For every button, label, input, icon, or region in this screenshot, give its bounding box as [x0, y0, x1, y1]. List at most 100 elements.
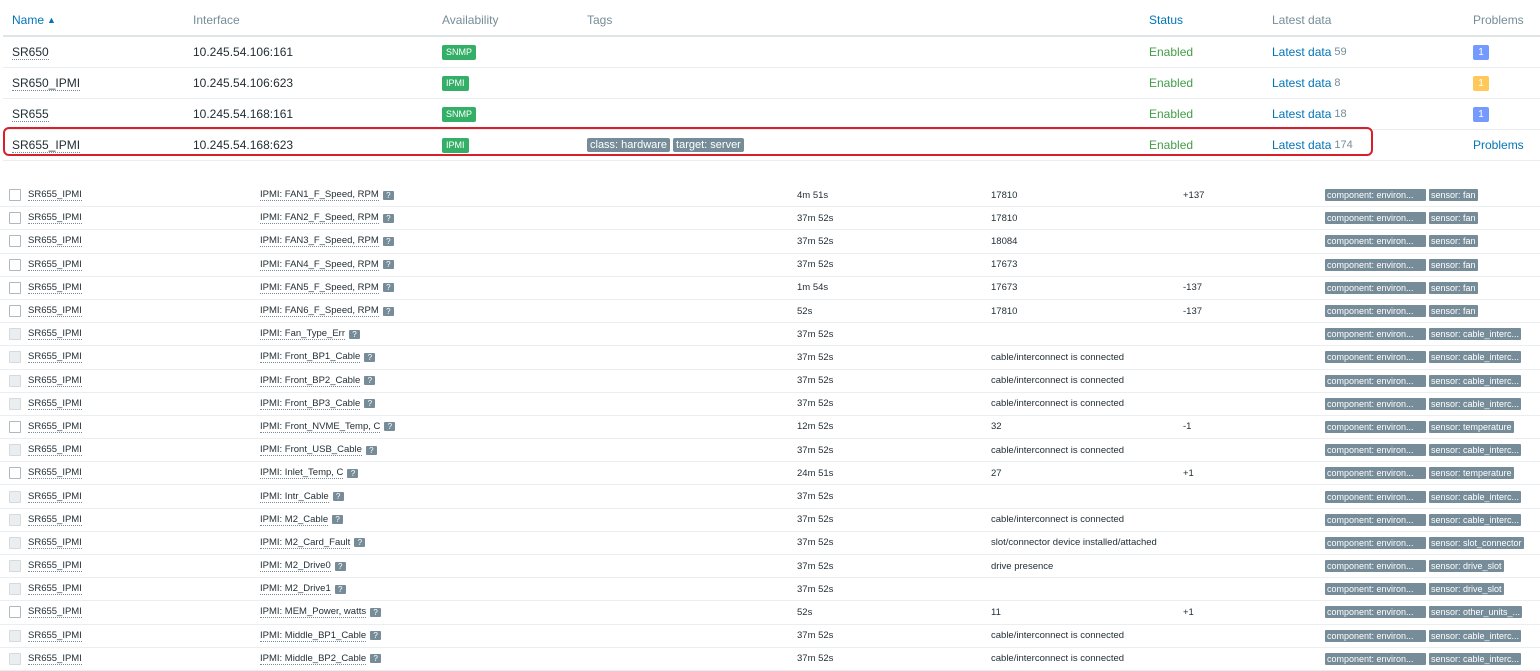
item-tag[interactable]: sensor: fan — [1429, 305, 1478, 318]
item-tag[interactable]: component: environ... — [1325, 328, 1426, 341]
help-icon[interactable]: ? — [382, 236, 394, 246]
help-icon[interactable]: ? — [370, 654, 382, 664]
item-name-link[interactable]: IPMI: FAN2_F_Speed, RPM — [260, 212, 379, 225]
help-icon[interactable]: ? — [382, 283, 394, 293]
item-name-link[interactable]: IPMI: M2_Cable — [260, 514, 329, 526]
host-name-link[interactable]: SR650_IPMI — [12, 76, 81, 91]
item-tag[interactable]: component: environ... — [1325, 212, 1426, 225]
sort-by-status-link[interactable]: Status — [1149, 13, 1183, 27]
item-tag[interactable]: sensor: drive_slot — [1429, 583, 1504, 596]
item-host-link[interactable]: SR655_IPMI — [28, 630, 82, 642]
item-name-link[interactable]: IPMI: FAN1_F_Speed, RPM — [260, 189, 379, 202]
item-tag[interactable]: sensor: slot_connector — [1429, 536, 1524, 549]
item-host-link[interactable]: SR655_IPMI — [28, 351, 82, 364]
item-tag[interactable]: sensor: cable_interc... — [1429, 652, 1522, 665]
item-host-link[interactable]: SR655_IPMI — [28, 375, 82, 387]
status-enabled-link[interactable]: Enabled — [1149, 76, 1193, 90]
item-tag[interactable]: component: environ... — [1325, 444, 1426, 457]
item-tag[interactable]: sensor: other_units_... — [1429, 606, 1523, 619]
item-name-link[interactable]: IPMI: Inlet_Temp, C — [260, 467, 344, 480]
item-tag[interactable]: component: environ... — [1325, 281, 1426, 294]
help-icon[interactable]: ? — [354, 538, 366, 548]
item-checkbox[interactable] — [9, 467, 21, 480]
problems-count-badge[interactable]: 1 — [1473, 75, 1489, 91]
item-name-link[interactable]: IPMI: Front_BP1_Cable — [260, 351, 361, 364]
host-name-link[interactable]: SR650 — [12, 45, 49, 60]
item-name-link[interactable]: IPMI: Fan_Type_Err — [260, 328, 346, 341]
item-checkbox[interactable] — [9, 189, 21, 202]
help-icon[interactable]: ? — [364, 352, 376, 362]
status-enabled-link[interactable]: Enabled — [1149, 107, 1193, 121]
item-tag[interactable]: component: environ... — [1325, 374, 1426, 387]
host-tag[interactable]: class: hardware — [587, 138, 671, 152]
item-tag[interactable]: component: environ... — [1325, 235, 1426, 248]
item-host-link[interactable]: SR655_IPMI — [28, 491, 82, 503]
item-host-link[interactable]: SR655_IPMI — [28, 305, 82, 318]
latest-data-link[interactable]: Latest data — [1272, 76, 1331, 90]
item-tag[interactable]: sensor: fan — [1429, 258, 1478, 271]
item-name-link[interactable]: IPMI: FAN3_F_Speed, RPM — [260, 235, 379, 248]
item-name-link[interactable]: IPMI: Intr_Cable — [260, 491, 329, 503]
item-tag[interactable]: component: environ... — [1325, 606, 1426, 619]
item-checkbox[interactable] — [9, 305, 21, 318]
item-tag[interactable]: component: environ... — [1325, 189, 1426, 202]
item-name-link[interactable]: IPMI: Front_BP3_Cable — [260, 398, 361, 410]
help-icon[interactable]: ? — [364, 376, 376, 386]
status-enabled-link[interactable]: Enabled — [1149, 45, 1193, 59]
item-tag[interactable]: sensor: cable_interc... — [1429, 490, 1522, 503]
item-host-link[interactable]: SR655_IPMI — [28, 467, 82, 480]
sort-by-name-link[interactable]: Name — [12, 13, 44, 27]
item-tag[interactable]: sensor: drive_slot — [1429, 560, 1504, 573]
item-tag[interactable]: component: environ... — [1325, 652, 1426, 665]
problems-count-badge[interactable]: 1 — [1473, 106, 1489, 122]
latest-data-link[interactable]: Latest data — [1272, 107, 1331, 121]
item-host-link[interactable]: SR655_IPMI — [28, 259, 82, 271]
item-name-link[interactable]: IPMI: FAN6_F_Speed, RPM — [260, 305, 379, 318]
item-tag[interactable]: sensor: fan — [1429, 235, 1478, 248]
item-name-link[interactable]: IPMI: MEM_Power, watts — [260, 606, 367, 619]
item-tag[interactable]: sensor: fan — [1429, 281, 1478, 294]
item-host-link[interactable]: SR655_IPMI — [28, 653, 82, 665]
item-checkbox[interactable] — [9, 212, 21, 225]
item-tag[interactable]: component: environ... — [1325, 467, 1426, 480]
item-host-link[interactable]: SR655_IPMI — [28, 421, 82, 433]
item-name-link[interactable]: IPMI: M2_Drive0 — [260, 560, 331, 573]
item-tag[interactable]: sensor: cable_interc... — [1429, 444, 1522, 457]
help-icon[interactable]: ? — [347, 468, 359, 478]
item-host-link[interactable]: SR655_IPMI — [28, 514, 82, 526]
help-icon[interactable]: ? — [370, 631, 382, 641]
item-name-link[interactable]: IPMI: Middle_BP2_Cable — [260, 653, 367, 665]
item-checkbox[interactable] — [9, 420, 21, 433]
help-icon[interactable]: ? — [384, 422, 396, 432]
item-tag[interactable]: sensor: cable_interc... — [1429, 374, 1522, 387]
host-name-link[interactable]: SR655_IPMI — [12, 138, 81, 153]
item-name-link[interactable]: IPMI: Front_BP2_Cable — [260, 375, 361, 387]
item-tag[interactable]: sensor: temperature — [1429, 420, 1514, 433]
help-icon[interactable]: ? — [382, 260, 394, 270]
item-tag[interactable]: sensor: cable_interc... — [1429, 351, 1522, 364]
problems-link[interactable]: Problems — [1473, 138, 1524, 152]
item-name-link[interactable]: IPMI: M2_Card_Fault — [260, 537, 351, 549]
item-name-link[interactable]: IPMI: Front_USB_Cable — [260, 444, 362, 457]
item-tag[interactable]: sensor: fan — [1429, 212, 1478, 225]
help-icon[interactable]: ? — [382, 190, 394, 200]
item-checkbox[interactable] — [9, 258, 21, 271]
help-icon[interactable]: ? — [370, 607, 382, 617]
item-tag[interactable]: sensor: fan — [1429, 189, 1478, 202]
item-checkbox[interactable] — [9, 235, 21, 248]
item-checkbox[interactable] — [9, 281, 21, 294]
item-host-link[interactable]: SR655_IPMI — [28, 282, 82, 294]
item-name-link[interactable]: IPMI: FAN5_F_Speed, RPM — [260, 282, 379, 294]
problems-count-badge[interactable]: 1 — [1473, 44, 1489, 60]
help-icon[interactable]: ? — [382, 213, 394, 223]
latest-data-link[interactable]: Latest data — [1272, 138, 1331, 152]
host-tag[interactable]: target: server — [673, 138, 744, 152]
item-tag[interactable]: component: environ... — [1325, 258, 1426, 271]
item-host-link[interactable]: SR655_IPMI — [28, 328, 82, 341]
column-header-name[interactable]: Name ▲ — [12, 5, 56, 35]
latest-data-link[interactable]: Latest data — [1272, 45, 1331, 59]
help-icon[interactable]: ? — [334, 561, 346, 571]
item-name-link[interactable]: IPMI: FAN4_F_Speed, RPM — [260, 259, 379, 271]
item-tag[interactable]: component: environ... — [1325, 513, 1426, 526]
item-host-link[interactable]: SR655_IPMI — [28, 537, 82, 549]
